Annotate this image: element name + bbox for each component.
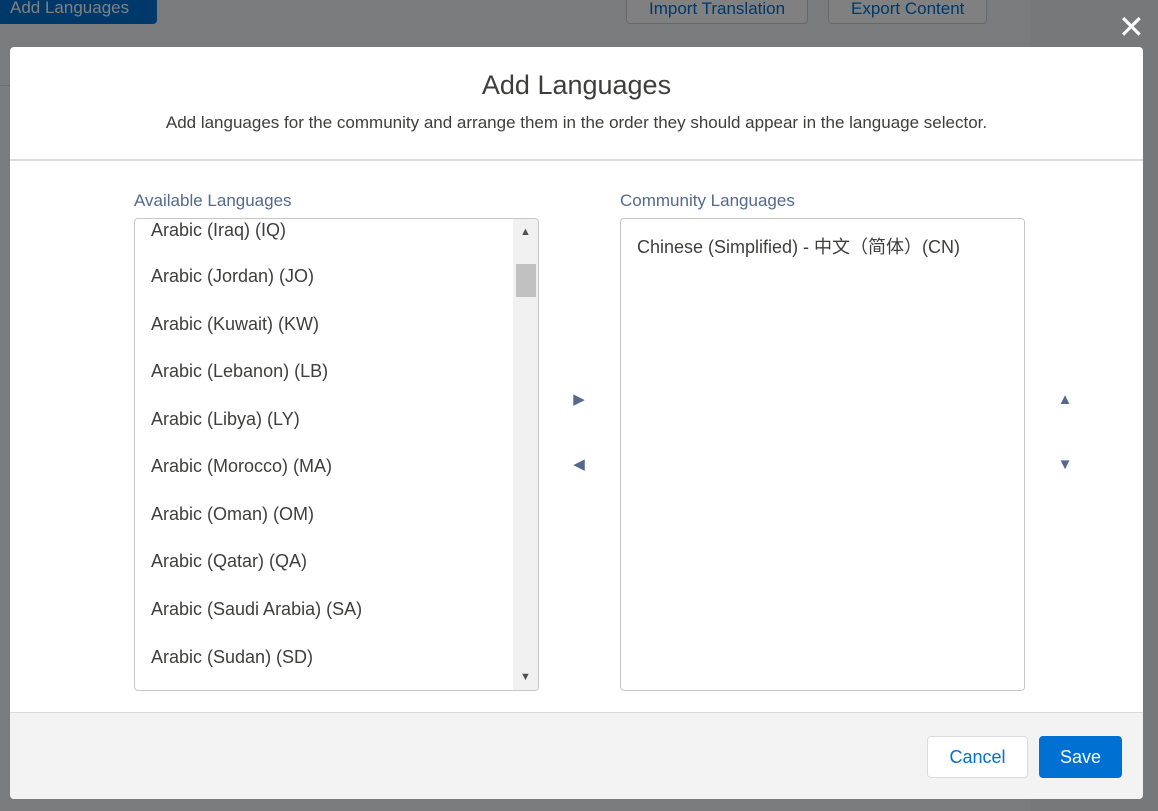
available-languages-listbox[interactable]: Arabic (Iraq) (IQ) Arabic (Jordan) (JO) … bbox=[134, 218, 539, 691]
community-languages-listbox[interactable]: Chinese (Simplified) - 中文（简体）(CN) bbox=[620, 218, 1025, 691]
modal-title: Add Languages bbox=[481, 70, 672, 100]
modal-footer: Cancel Save bbox=[10, 712, 1143, 799]
available-list-scrollbar[interactable]: ▲ ▼ bbox=[513, 219, 538, 690]
scroll-up-arrow-icon[interactable]: ▲ bbox=[513, 221, 538, 243]
add-languages-modal: Add Languages Add languages for the comm… bbox=[10, 47, 1143, 799]
move-up-icon[interactable]: ▲ bbox=[1053, 387, 1077, 411]
list-item[interactable]: Arabic (Sudan) (SD) bbox=[151, 647, 313, 668]
list-item[interactable]: Arabic (Iraq) (IQ) bbox=[151, 220, 286, 241]
list-item[interactable]: Chinese (Simplified) - 中文（简体）(CN) bbox=[637, 233, 960, 259]
move-right-icon[interactable]: ▶ bbox=[567, 387, 591, 411]
scroll-thumb[interactable] bbox=[516, 264, 536, 297]
list-item[interactable]: Arabic (Morocco) (MA) bbox=[151, 456, 332, 477]
list-item[interactable]: Arabic (Saudi Arabia) (SA) bbox=[151, 599, 362, 620]
list-item[interactable]: Arabic (Lebanon) (LB) bbox=[151, 361, 328, 382]
export-content-button: Export Content bbox=[828, 0, 988, 24]
list-item[interactable]: Arabic (Jordan) (JO) bbox=[151, 266, 314, 287]
move-down-icon[interactable]: ▼ bbox=[1053, 452, 1077, 476]
list-item[interactable]: Arabic (Libya) (LY) bbox=[151, 409, 300, 430]
modal-subtitle: Add languages for the community and arra… bbox=[165, 113, 988, 132]
list-item[interactable]: Arabic (Kuwait) (KW) bbox=[151, 314, 319, 335]
cancel-button[interactable]: Cancel bbox=[927, 736, 1028, 778]
move-left-icon[interactable]: ◀ bbox=[567, 452, 591, 476]
list-item[interactable]: Arabic (Oman) (OM) bbox=[151, 504, 314, 525]
add-languages-button: Add Languages bbox=[0, 0, 157, 24]
close-icon[interactable]: ✕ bbox=[1118, 11, 1145, 43]
import-translation-button: Import Translation bbox=[626, 0, 809, 24]
scroll-down-arrow-icon[interactable]: ▼ bbox=[513, 666, 538, 688]
list-item[interactable]: Arabic (Qatar) (QA) bbox=[151, 551, 307, 572]
community-languages-label: Community Languages bbox=[620, 191, 795, 210]
available-languages-label: Available Languages bbox=[134, 191, 292, 210]
modal-header: Add Languages Add languages for the comm… bbox=[10, 47, 1143, 161]
save-button[interactable]: Save bbox=[1039, 736, 1122, 778]
